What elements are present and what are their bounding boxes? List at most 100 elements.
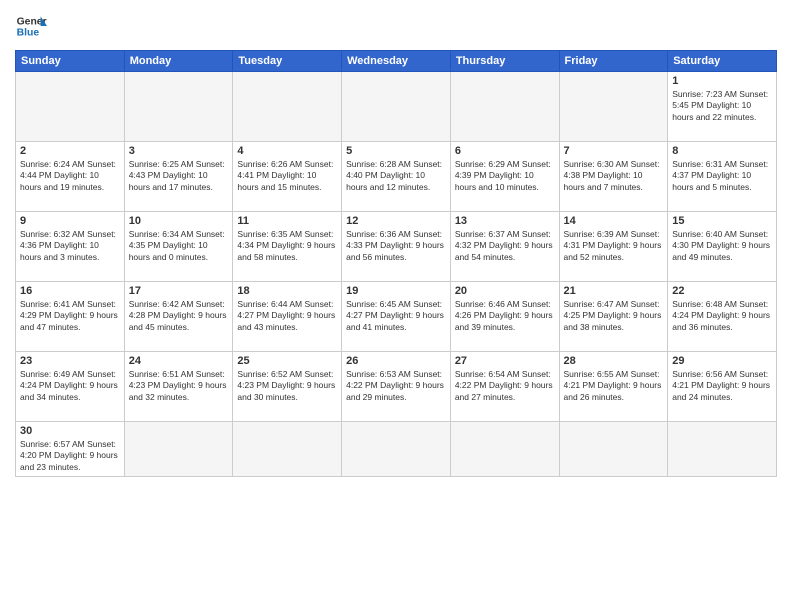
day-info: Sunrise: 6:46 AM Sunset: 4:26 PM Dayligh… [455, 299, 555, 333]
day-number: 10 [129, 215, 229, 227]
calendar-table: SundayMondayTuesdayWednesdayThursdayFrid… [15, 50, 777, 477]
day-info: Sunrise: 6:37 AM Sunset: 4:32 PM Dayligh… [455, 229, 555, 263]
day-number: 9 [20, 215, 120, 227]
day-info: Sunrise: 6:29 AM Sunset: 4:39 PM Dayligh… [455, 159, 555, 193]
calendar-cell: 27 Sunrise: 6:54 AM Sunset: 4:22 PM Dayli… [450, 352, 559, 422]
col-header-saturday: Saturday [668, 51, 777, 72]
day-info: Sunrise: 6:52 AM Sunset: 4:23 PM Dayligh… [237, 369, 337, 403]
day-info: Sunrise: 6:39 AM Sunset: 4:31 PM Dayligh… [564, 229, 664, 263]
day-info: Sunrise: 6:48 AM Sunset: 4:24 PM Dayligh… [672, 299, 772, 333]
week-row-3: 9 Sunrise: 6:32 AM Sunset: 4:36 PM Daylig… [16, 212, 777, 282]
calendar-cell: 16 Sunrise: 6:41 AM Sunset: 4:29 PM Dayli… [16, 282, 125, 352]
col-header-wednesday: Wednesday [342, 51, 451, 72]
calendar-cell [450, 72, 559, 142]
day-info: Sunrise: 6:31 AM Sunset: 4:37 PM Dayligh… [672, 159, 772, 193]
calendar-cell: 2 Sunrise: 6:24 AM Sunset: 4:44 PM Daylig… [16, 142, 125, 212]
day-number: 23 [20, 355, 120, 367]
calendar-cell: 19 Sunrise: 6:45 AM Sunset: 4:27 PM Dayli… [342, 282, 451, 352]
day-info: Sunrise: 6:32 AM Sunset: 4:36 PM Dayligh… [20, 229, 120, 263]
day-number: 1 [672, 75, 772, 87]
svg-text:Blue: Blue [17, 28, 40, 39]
day-info: Sunrise: 6:24 AM Sunset: 4:44 PM Dayligh… [20, 159, 120, 193]
calendar-cell: 22 Sunrise: 6:48 AM Sunset: 4:24 PM Dayli… [668, 282, 777, 352]
day-number: 15 [672, 215, 772, 227]
calendar-cell [342, 72, 451, 142]
col-header-monday: Monday [124, 51, 233, 72]
day-info: Sunrise: 6:25 AM Sunset: 4:43 PM Dayligh… [129, 159, 229, 193]
day-info: Sunrise: 6:54 AM Sunset: 4:22 PM Dayligh… [455, 369, 555, 403]
day-number: 29 [672, 355, 772, 367]
calendar-cell [559, 72, 668, 142]
day-number: 17 [129, 285, 229, 297]
calendar-cell [342, 422, 451, 477]
calendar-cell: 23 Sunrise: 6:49 AM Sunset: 4:24 PM Dayli… [16, 352, 125, 422]
col-header-sunday: Sunday [16, 51, 125, 72]
calendar-cell: 8Sunrise: 6:31 AM Sunset: 4:37 PM Daylig… [668, 142, 777, 212]
calendar-cell [233, 72, 342, 142]
calendar-cell [233, 422, 342, 477]
week-row-1: 1 Sunrise: 7:23 AM Sunset: 5:45 PM Daylig… [16, 72, 777, 142]
calendar-cell: 10Sunrise: 6:34 AM Sunset: 4:35 PM Dayli… [124, 212, 233, 282]
week-row-5: 23 Sunrise: 6:49 AM Sunset: 4:24 PM Dayli… [16, 352, 777, 422]
calendar-cell [559, 422, 668, 477]
day-number: 21 [564, 285, 664, 297]
page: General Blue SundayMondayTuesdayWednesda… [0, 0, 792, 612]
logo: General Blue [15, 10, 47, 42]
day-number: 20 [455, 285, 555, 297]
calendar-cell: 14Sunrise: 6:39 AM Sunset: 4:31 PM Dayli… [559, 212, 668, 282]
day-info: Sunrise: 6:56 AM Sunset: 4:21 PM Dayligh… [672, 369, 772, 403]
day-number: 25 [237, 355, 337, 367]
day-number: 18 [237, 285, 337, 297]
calendar-cell [668, 422, 777, 477]
week-row-2: 2 Sunrise: 6:24 AM Sunset: 4:44 PM Daylig… [16, 142, 777, 212]
day-number: 12 [346, 215, 446, 227]
calendar-cell: 15 Sunrise: 6:40 AM Sunset: 4:30 PM Dayli… [668, 212, 777, 282]
calendar-cell: 4Sunrise: 6:26 AM Sunset: 4:41 PM Daylig… [233, 142, 342, 212]
day-number: 6 [455, 145, 555, 157]
week-row-6: 30 Sunrise: 6:57 AM Sunset: 4:20 PM Dayli… [16, 422, 777, 477]
calendar-cell: 7Sunrise: 6:30 AM Sunset: 4:38 PM Daylig… [559, 142, 668, 212]
col-header-tuesday: Tuesday [233, 51, 342, 72]
day-info: Sunrise: 6:45 AM Sunset: 4:27 PM Dayligh… [346, 299, 446, 333]
calendar-cell: 21 Sunrise: 6:47 AM Sunset: 4:25 PM Dayli… [559, 282, 668, 352]
generalblue-logo-icon: General Blue [15, 10, 47, 42]
day-info: Sunrise: 6:47 AM Sunset: 4:25 PM Dayligh… [564, 299, 664, 333]
week-row-4: 16 Sunrise: 6:41 AM Sunset: 4:29 PM Dayli… [16, 282, 777, 352]
day-number: 16 [20, 285, 120, 297]
calendar-cell: 1 Sunrise: 7:23 AM Sunset: 5:45 PM Daylig… [668, 72, 777, 142]
day-info: Sunrise: 6:57 AM Sunset: 4:20 PM Dayligh… [20, 439, 120, 473]
calendar-cell: 3Sunrise: 6:25 AM Sunset: 4:43 PM Daylig… [124, 142, 233, 212]
header: General Blue [15, 10, 777, 42]
day-info: Sunrise: 6:53 AM Sunset: 4:22 PM Dayligh… [346, 369, 446, 403]
calendar-cell: 25 Sunrise: 6:52 AM Sunset: 4:23 PM Dayli… [233, 352, 342, 422]
day-number: 4 [237, 145, 337, 157]
calendar-cell: 29 Sunrise: 6:56 AM Sunset: 4:21 PM Dayli… [668, 352, 777, 422]
day-info: Sunrise: 6:36 AM Sunset: 4:33 PM Dayligh… [346, 229, 446, 263]
calendar-cell: 17 Sunrise: 6:42 AM Sunset: 4:28 PM Dayli… [124, 282, 233, 352]
calendar-cell: 9 Sunrise: 6:32 AM Sunset: 4:36 PM Daylig… [16, 212, 125, 282]
day-number: 27 [455, 355, 555, 367]
day-number: 30 [20, 425, 120, 437]
calendar-cell [124, 72, 233, 142]
day-number: 13 [455, 215, 555, 227]
col-header-thursday: Thursday [450, 51, 559, 72]
day-info: Sunrise: 6:51 AM Sunset: 4:23 PM Dayligh… [129, 369, 229, 403]
day-info: Sunrise: 6:41 AM Sunset: 4:29 PM Dayligh… [20, 299, 120, 333]
day-number: 2 [20, 145, 120, 157]
day-number: 11 [237, 215, 337, 227]
calendar-cell [16, 72, 125, 142]
calendar-cell: 30 Sunrise: 6:57 AM Sunset: 4:20 PM Dayli… [16, 422, 125, 477]
calendar-cell: 6 Sunrise: 6:29 AM Sunset: 4:39 PM Daylig… [450, 142, 559, 212]
calendar-cell: 28Sunrise: 6:55 AM Sunset: 4:21 PM Dayli… [559, 352, 668, 422]
day-number: 22 [672, 285, 772, 297]
calendar-cell: 20 Sunrise: 6:46 AM Sunset: 4:26 PM Dayli… [450, 282, 559, 352]
calendar-cell [450, 422, 559, 477]
day-number: 19 [346, 285, 446, 297]
day-info: Sunrise: 7:23 AM Sunset: 5:45 PM Dayligh… [672, 89, 772, 123]
day-info: Sunrise: 6:28 AM Sunset: 4:40 PM Dayligh… [346, 159, 446, 193]
day-info: Sunrise: 6:40 AM Sunset: 4:30 PM Dayligh… [672, 229, 772, 263]
calendar-cell: 11Sunrise: 6:35 AM Sunset: 4:34 PM Dayli… [233, 212, 342, 282]
day-info: Sunrise: 6:42 AM Sunset: 4:28 PM Dayligh… [129, 299, 229, 333]
day-info: Sunrise: 6:49 AM Sunset: 4:24 PM Dayligh… [20, 369, 120, 403]
day-number: 26 [346, 355, 446, 367]
